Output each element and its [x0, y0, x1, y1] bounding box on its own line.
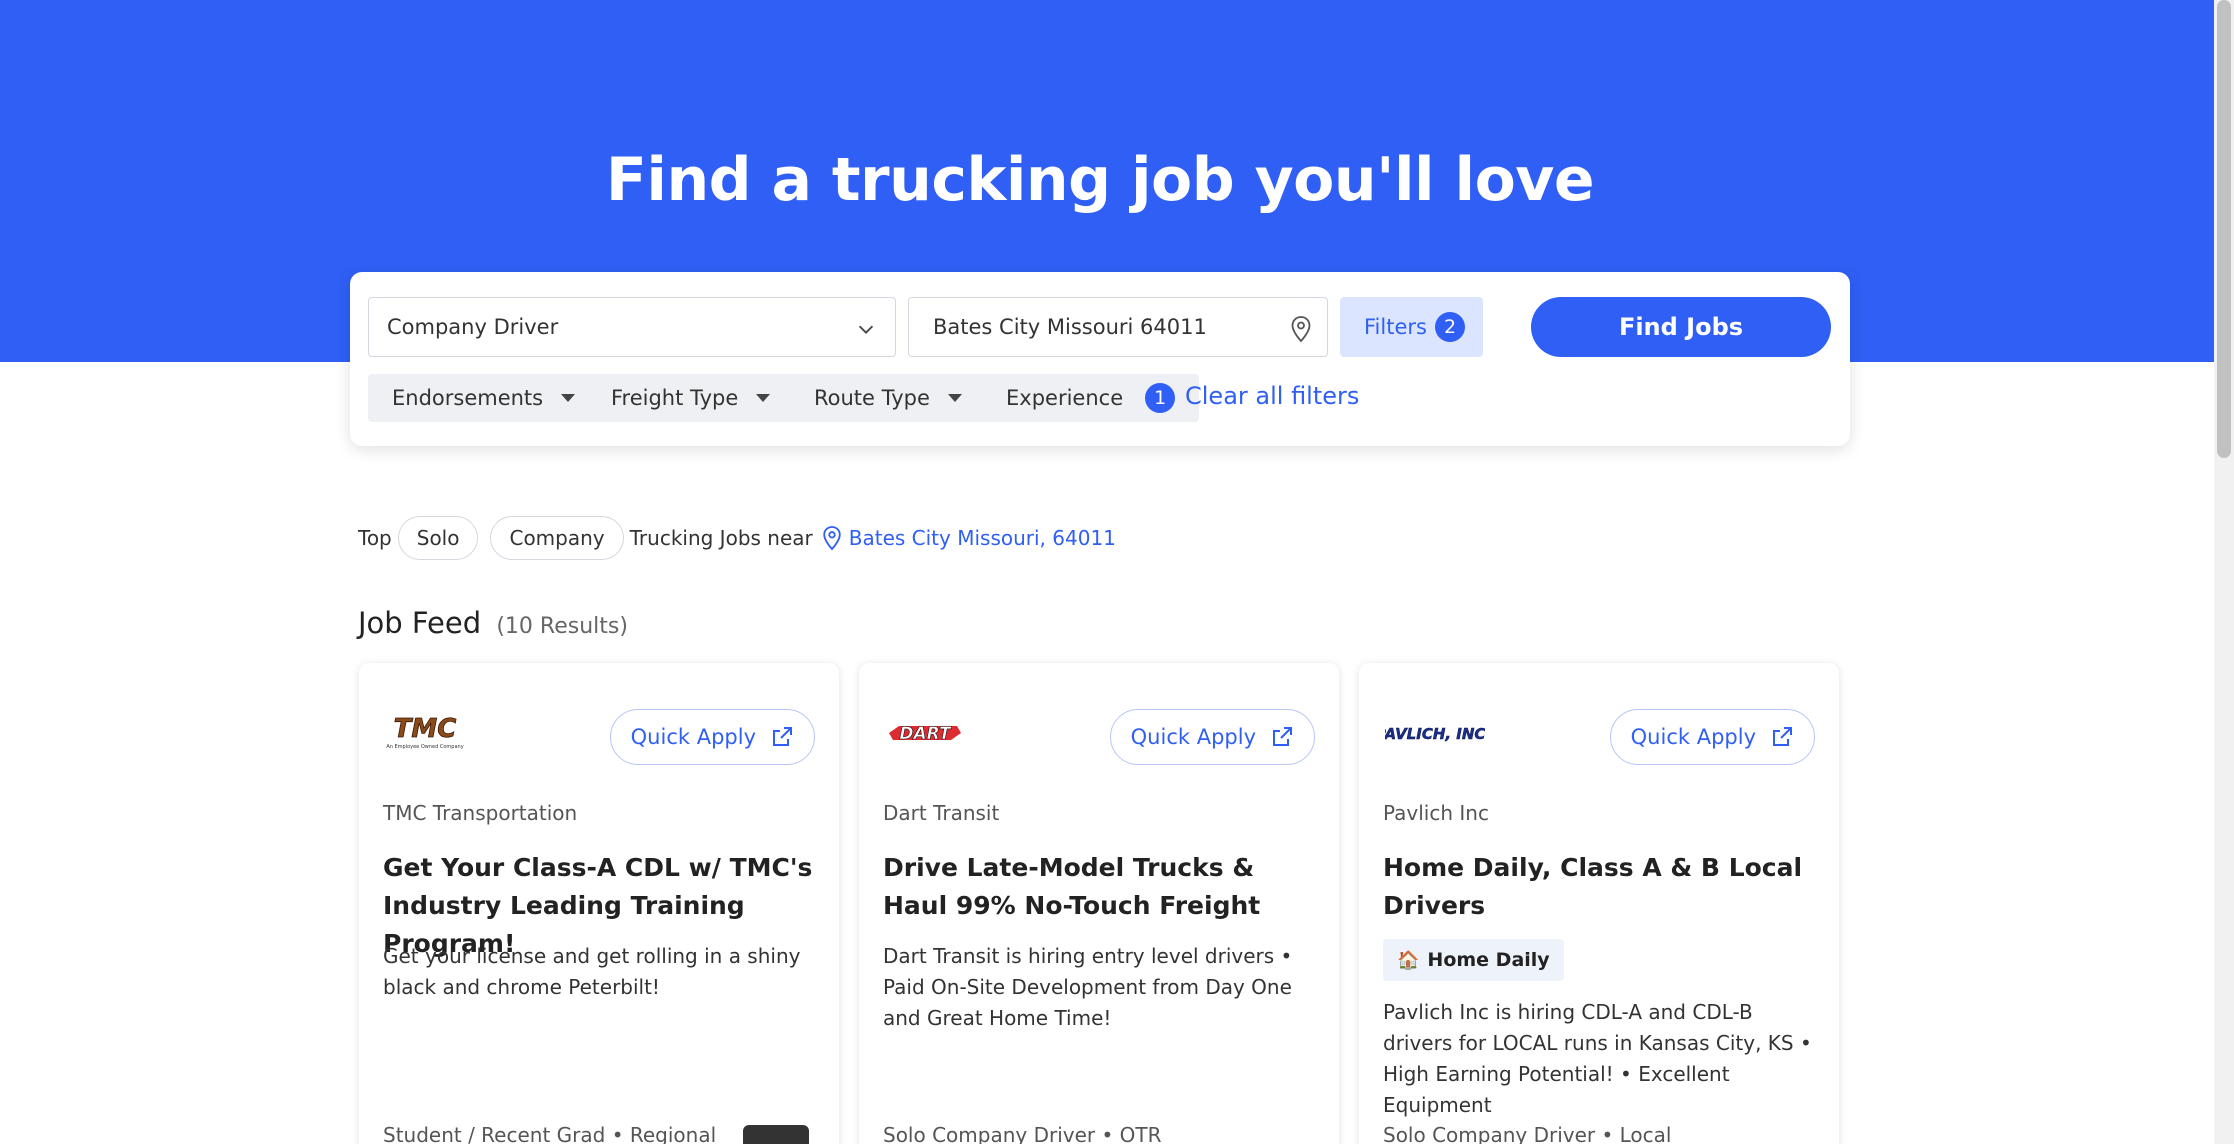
top-jobs-line: Top Solo Company Trucking Jobs near Bate…	[358, 516, 1116, 560]
tag-label: Home Daily	[1427, 949, 1550, 971]
experience-dropdown[interactable]: Experience 1	[982, 374, 1200, 422]
map-pin-icon	[823, 526, 841, 551]
location-link-label: Bates City Missouri, 64011	[848, 526, 1116, 550]
job-description: Get your license and get rolling in a sh…	[383, 944, 801, 999]
job-meta: Student / Recent Grad • Regional	[383, 1123, 717, 1144]
job-feed-title: Job Feed	[358, 606, 482, 640]
job-type-value: Company Driver	[387, 315, 559, 339]
chevron-down-icon	[858, 325, 874, 334]
location-link[interactable]: Bates City Missouri, 64011	[821, 525, 1116, 551]
company-logo: DART	[885, 711, 1005, 755]
experience-label: Experience	[1006, 386, 1124, 410]
find-jobs-button[interactable]: Find Jobs	[1531, 297, 1831, 357]
endorsements-label: Endorsements	[392, 386, 544, 410]
freight-type-label: Freight Type	[611, 386, 739, 410]
scrollbar-thumb[interactable]	[2217, 0, 2231, 458]
company-name: TMC Transportation	[383, 801, 578, 825]
hero-title: Find a trucking job you'll love	[605, 145, 1595, 215]
external-link-icon	[1773, 727, 1792, 746]
external-link-icon	[1273, 727, 1292, 746]
location-input[interactable]: Bates City Missouri 64011	[908, 297, 1328, 357]
clear-all-filters-link[interactable]: Clear all filters	[1185, 382, 1359, 410]
location-value: Bates City Missouri 64011	[933, 315, 1207, 339]
quick-apply-label: Quick Apply	[1630, 725, 1756, 749]
filters-count-badge: 2	[1435, 312, 1465, 342]
job-meta: Solo Company Driver • OTR	[883, 1123, 1162, 1144]
company-name: Dart Transit	[883, 801, 1000, 825]
caret-down-icon	[561, 394, 576, 402]
caret-down-icon	[947, 394, 962, 402]
filters-button[interactable]: Filters 2	[1340, 297, 1483, 357]
job-meta: Solo Company Driver • Local	[1383, 1123, 1672, 1144]
page-scrollbar[interactable]	[2214, 0, 2234, 1144]
map-pin-icon	[1291, 316, 1311, 343]
route-type-dropdown[interactable]: Route Type	[790, 374, 986, 422]
svg-text:PAVLICH, INC.: PAVLICH, INC.	[1385, 725, 1485, 743]
job-card[interactable]: DART Quick Apply Dart Transit Drive Late…	[859, 663, 1339, 1144]
svg-text:DART: DART	[899, 724, 952, 744]
svg-text:TMC: TMC	[394, 714, 457, 744]
job-card[interactable]: PAVLICH, INC. Quick Apply Pavlich Inc Ho…	[1359, 663, 1839, 1144]
quick-apply-button[interactable]: Quick Apply	[1109, 709, 1315, 765]
route-type-label: Route Type	[814, 386, 930, 410]
top-prefix: Top	[358, 526, 392, 550]
caret-down-icon	[756, 394, 771, 402]
company-pill[interactable]: Company	[490, 516, 624, 560]
job-feed-count: (10 Results)	[496, 614, 628, 639]
quick-apply-label: Quick Apply	[630, 725, 756, 749]
quick-apply-button[interactable]: Quick Apply	[609, 709, 815, 765]
job-description: Pavlich Inc is hiring CDL-A and CDL-B dr…	[1383, 1000, 1812, 1117]
endorsements-dropdown[interactable]: Endorsements	[368, 374, 600, 422]
solo-pill[interactable]: Solo	[397, 516, 479, 560]
chat-widget-button[interactable]	[743, 1125, 809, 1144]
quick-apply-button[interactable]: Quick Apply	[1609, 709, 1815, 765]
svg-text:An Employee Owned Company: An Employee Owned Company	[386, 744, 463, 750]
company-logo: PAVLICH, INC.	[1385, 711, 1505, 755]
freight-type-dropdown[interactable]: Freight Type	[587, 374, 795, 422]
house-icon: 🏠	[1397, 949, 1420, 971]
company-logo: TMC An Employee Owned Company	[385, 711, 505, 755]
job-title[interactable]: Drive Late-Model Trucks & Haul 99% No-To…	[883, 849, 1323, 925]
search-panel: Company Driver Bates City Missouri 64011…	[350, 272, 1850, 446]
filters-label: Filters	[1364, 315, 1427, 339]
job-title[interactable]: Home Daily, Class A & B Local Drivers	[1383, 849, 1823, 925]
external-link-icon	[773, 727, 792, 746]
job-description: Dart Transit is hiring entry level drive…	[883, 944, 1293, 1030]
home-daily-tag: 🏠 Home Daily	[1383, 939, 1564, 981]
top-middle-text: Trucking Jobs near	[629, 526, 813, 550]
job-type-select[interactable]: Company Driver	[368, 297, 896, 357]
job-feed-heading: Job Feed (10 Results)	[358, 606, 628, 640]
job-card[interactable]: TMC An Employee Owned Company Quick Appl…	[359, 663, 839, 1144]
company-name: Pavlich Inc	[1383, 801, 1489, 825]
experience-count-badge: 1	[1145, 383, 1176, 413]
quick-apply-label: Quick Apply	[1130, 725, 1256, 749]
